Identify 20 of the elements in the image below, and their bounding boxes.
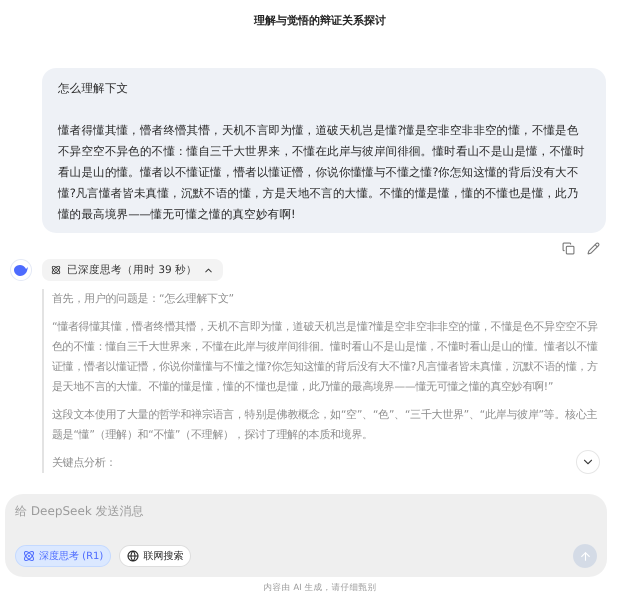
thinking-toggle[interactable]: 已深度思考（用时 39 秒） <box>42 259 224 281</box>
scroll-down-button[interactable] <box>576 450 600 474</box>
atom-icon <box>23 550 35 562</box>
message-input[interactable]: 给 DeepSeek 发送消息 <box>15 504 597 518</box>
mode-toggle[interactable]: 联网搜索 <box>119 545 192 567</box>
atom-icon <box>51 265 61 275</box>
edit-icon[interactable] <box>587 242 600 255</box>
disclaimer-text: 内容由 AI 生成，请仔细甄别 <box>262 582 378 595</box>
chat-title: 理解与觉悟的辩证关系探讨 <box>252 13 387 29</box>
copy-icon[interactable] <box>562 242 575 255</box>
arrow-up-icon <box>578 550 592 562</box>
thinking-text: 首先，用户的问题是：“怎么理解下文” <box>52 291 234 307</box>
thinking-text: 关键点分析： <box>52 455 116 471</box>
thinking-text: 这段文本使用了大量的哲学和禅宗语言，特别是佛教概念，如“空”、“色”、“三千大世界”、“此岸与彼岸”等。核心主题是“懂”（理解）和“不懂”（不理解），探讨了理解的本质和境界。 <box>52 407 598 443</box>
thinking-text: “懂者得懂其懂，懵者终懵其懵，天机不言即为懂，道破天机岂是懂?懂是空非空非非空的懂，不懂是色不异空空不异色的不懂：懂自三千大世界来，不懂在此岸与彼岸间徘徊。懂时看山不是山是懂，不懂时看山是山的懂。懂者以不懂证懂，懵者以懂证懵，你说你懂懂与不懂之懂?你怎知这懂的背后没有大不懂?凡言懂者皆未真懂，沉默不语的懂，方是天地不言的大懂。不懂的懂是懂，懂的不懂也是懂，此乃懂的最高境界——懂无可懂之懂的真空妙有啊!” <box>52 319 599 395</box>
mode-toggle[interactable]: 深度思考 (R1) <box>15 545 112 567</box>
message-text: 怎么理解下文 <box>58 80 130 97</box>
message-text: 懂者得懂其懂，懵者终懵其懵，天机不言即为懂，道破天机岂是懂?懂是空非空非非空的懂，不懂是色不异空空不异色的不懂：懂自三千大世界来，不懂在此岸与彼岸间徘徊。懂时看山不是山是懂，不懂时看山是山的懂。懂者以不懂证懂，懵者以懂证懵，你说你懂懂与不懂之懂?你怎知这懂的背后没有大不懂?凡言懂者皆未真懂，沉默不语的懂，方是天地不言的大懂。不懂的懂是懂，懂的不懂也是懂，此乃懂的最高境界——懂无可懂之懂的真空妙有啊! <box>58 122 586 223</box>
message-composer[interactable]: 给 DeepSeek 发送消息 深度思考 (R1) 联网搜索 <box>5 494 607 577</box>
globe-icon <box>127 550 140 562</box>
